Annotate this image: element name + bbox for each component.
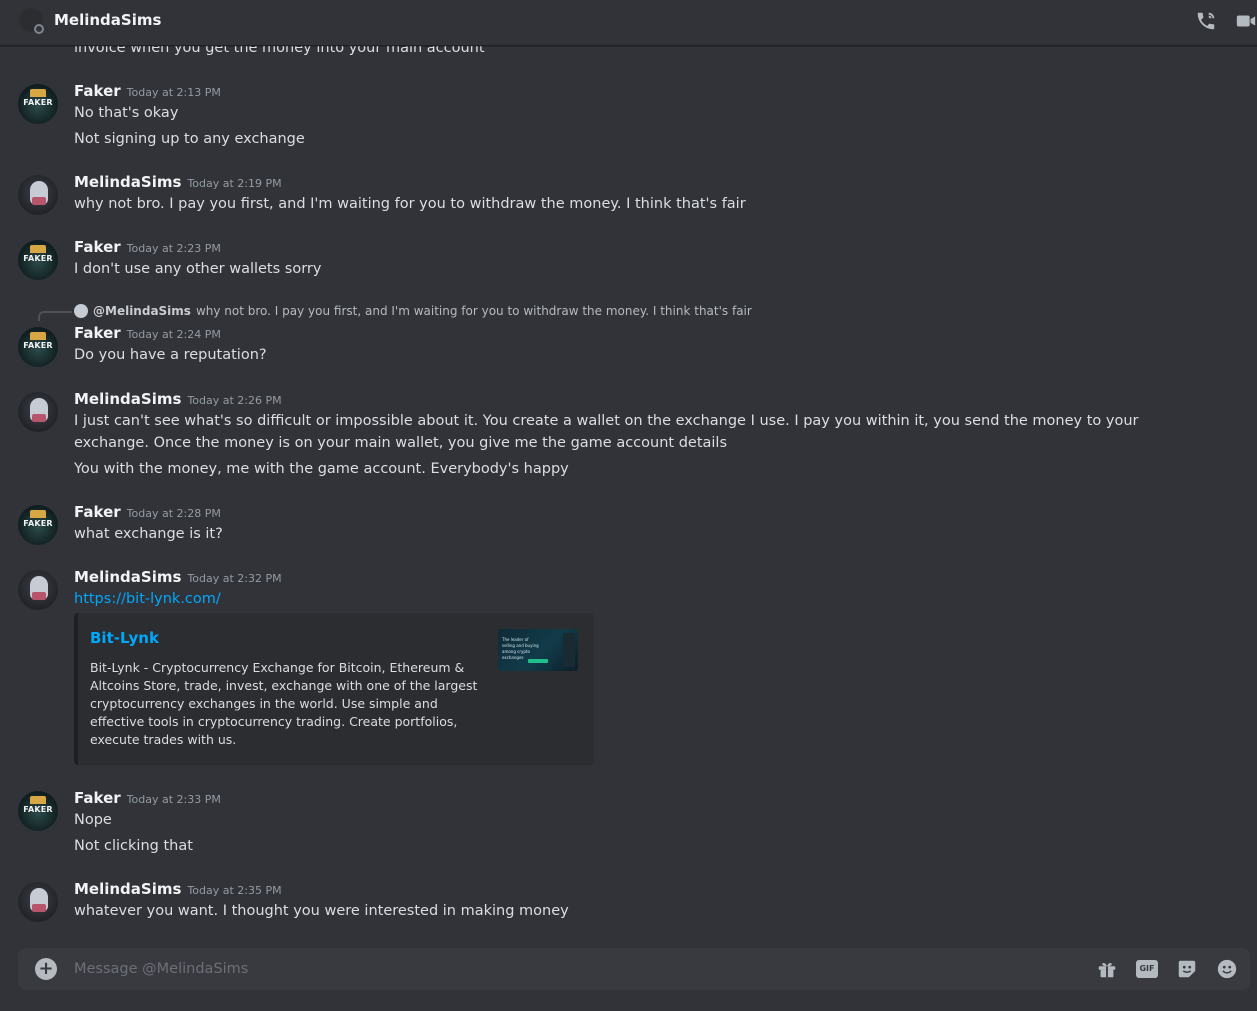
reply-text: why not bro. I pay you first, and I'm wa… <box>195 304 752 318</box>
message-text: whatever you want. I thought you were in… <box>74 903 569 919</box>
embed-title[interactable]: Bit-Lynk <box>90 629 159 647</box>
crown-icon <box>30 796 46 804</box>
avatar-label: FAKER <box>23 341 53 350</box>
message-text: No that's okay <box>74 105 179 121</box>
phone-call-icon[interactable] <box>1195 10 1217 32</box>
author-name[interactable]: Faker Today at 2:28 PM <box>74 503 221 521</box>
avatar-label: FAKER <box>23 805 53 814</box>
gift-icon[interactable] <box>1096 958 1118 980</box>
message-timestamp: Today at 2:13 PM <box>126 86 221 99</box>
message-text: what exchange is it? <box>74 526 223 542</box>
crown-icon <box>30 510 46 518</box>
avatar[interactable]: FAKER <box>18 327 58 367</box>
message-text: invoice when you get the money into your… <box>74 46 485 56</box>
message-text: Not signing up to any exchange <box>74 131 305 147</box>
bottom-spacer <box>0 1000 1257 1011</box>
gif-icon[interactable]: GIF <box>1136 960 1158 978</box>
message-timestamp: Today at 2:28 PM <box>126 507 221 520</box>
author-name[interactable]: MelindaSims Today at 2:26 PM <box>74 390 282 408</box>
avatar[interactable] <box>18 392 58 432</box>
chat-header: MelindaSims <box>0 0 1257 46</box>
add-attachment-icon[interactable]: + <box>35 958 57 980</box>
avatar[interactable] <box>18 175 58 215</box>
message-list[interactable]: invoice when you get the money into your… <box>0 46 1257 946</box>
message-timestamp: Today at 2:33 PM <box>126 793 221 806</box>
avatar-mouth <box>32 904 46 912</box>
embed-description: Bit-Lynk - Cryptocurrency Exchange for B… <box>90 660 478 747</box>
message-text: Nope <box>74 812 112 828</box>
avatar-label: FAKER <box>23 98 53 107</box>
author-name[interactable]: MelindaSims Today at 2:19 PM <box>74 173 282 191</box>
thumbnail-panel <box>563 633 575 667</box>
author-name[interactable]: Faker Today at 2:33 PM <box>74 789 221 807</box>
avatar-label: FAKER <box>23 254 53 263</box>
message-composer: + GIF <box>18 948 1250 990</box>
message-text: I just can't see what's so difficult or … <box>74 413 1139 451</box>
avatar-label: FAKER <box>23 519 53 528</box>
avatar[interactable] <box>18 570 58 610</box>
message-input[interactable] <box>74 955 774 983</box>
video-camera-icon[interactable] <box>1235 10 1257 32</box>
message-link[interactable]: https://bit-lynk.com/ <box>74 591 221 607</box>
embed-thumbnail[interactable]: The leader of selling and buying among c… <box>498 629 578 671</box>
author-name[interactable]: Faker Today at 2:23 PM <box>74 238 221 256</box>
reply-preview[interactable]: @MelindaSims why not bro. I pay you firs… <box>74 304 752 318</box>
message-timestamp: Today at 2:23 PM <box>126 242 221 255</box>
dm-username[interactable]: MelindaSims <box>54 11 161 29</box>
avatar[interactable]: FAKER <box>18 505 58 545</box>
avatar[interactable]: FAKER <box>18 240 58 280</box>
reply-spine <box>38 311 72 321</box>
avatar-mouth <box>32 592 46 600</box>
avatar[interactable]: FAKER <box>18 84 58 124</box>
header-toolbar <box>1195 10 1257 32</box>
thumbnail-button <box>528 659 548 663</box>
emoji-icon[interactable] <box>1216 958 1238 980</box>
message-text: why not bro. I pay you first, and I'm wa… <box>74 196 746 212</box>
message-text: Not clicking that <box>74 838 193 854</box>
message-timestamp: Today at 2:32 PM <box>187 572 282 585</box>
composer-toolbar: GIF <box>1096 958 1238 980</box>
message-timestamp: Today at 2:19 PM <box>187 177 282 190</box>
avatar-mouth <box>32 414 46 422</box>
avatar-mouth <box>32 197 46 205</box>
reply-mention[interactable]: @MelindaSims <box>93 304 191 318</box>
crown-icon <box>30 332 46 340</box>
message-text: Do you have a reputation? <box>74 347 267 363</box>
author-name[interactable]: MelindaSims Today at 2:35 PM <box>74 880 282 898</box>
message-text: You with the money, me with the game acc… <box>74 461 569 477</box>
message-timestamp: Today at 2:26 PM <box>187 394 282 407</box>
crown-icon <box>30 89 46 97</box>
author-name[interactable]: Faker Today at 2:13 PM <box>74 82 221 100</box>
message-text: I don't use any other wallets sorry <box>74 261 322 277</box>
author-name[interactable]: Faker Today at 2:24 PM <box>74 324 221 342</box>
message-timestamp: Today at 2:35 PM <box>187 884 282 897</box>
status-indicator <box>34 24 44 34</box>
author-name[interactable]: MelindaSims Today at 2:32 PM <box>74 568 282 586</box>
message-timestamp: Today at 2:24 PM <box>126 328 221 341</box>
sticker-icon[interactable] <box>1176 958 1198 980</box>
avatar[interactable]: FAKER <box>18 791 58 831</box>
avatar[interactable] <box>18 882 58 922</box>
crown-icon <box>30 245 46 253</box>
thumbnail-text: The leader of selling and buying among c… <box>502 637 539 660</box>
reply-avatar <box>74 304 88 318</box>
link-embed: Bit-Lynk Bit-Lynk - Cryptocurrency Excha… <box>74 613 594 765</box>
